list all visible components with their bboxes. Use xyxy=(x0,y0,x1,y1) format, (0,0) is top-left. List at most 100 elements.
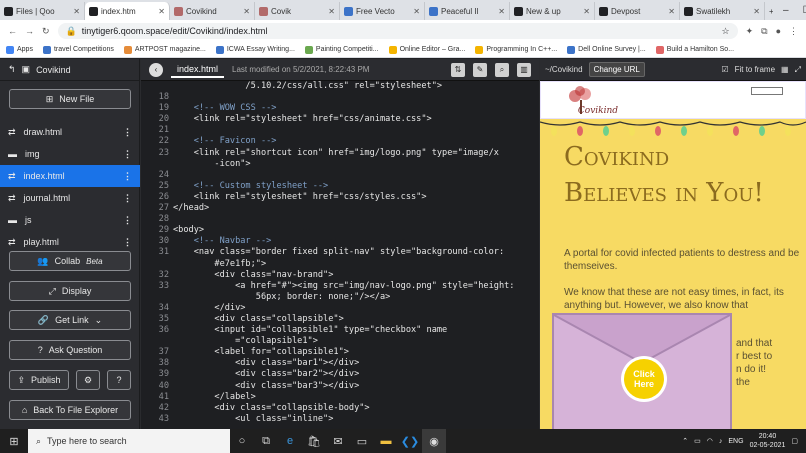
close-tab-icon[interactable]: ✕ xyxy=(73,7,80,16)
url-field[interactable]: 🔒 tinytiger6.qoom.space/edit/Covikind/in… xyxy=(57,23,738,39)
close-tab-icon[interactable]: ✕ xyxy=(158,7,165,16)
sort-icon[interactable]: ⇅ xyxy=(451,62,465,77)
more-options-icon[interactable]: ⋮ xyxy=(123,193,132,204)
browser-tab[interactable]: Files | Qoo ✕ xyxy=(0,2,85,20)
settings-button[interactable]: ⚙ xyxy=(76,370,100,390)
expand-icon: ⤢ xyxy=(48,285,56,296)
collab-button[interactable]: 👥 Collab Beta xyxy=(9,251,131,271)
more-options-icon[interactable]: ⋮ xyxy=(123,215,132,226)
editor-tab[interactable]: index.html xyxy=(171,62,225,78)
edge-icon[interactable]: e xyxy=(278,429,302,453)
maximize-icon[interactable]: ☐ xyxy=(803,5,806,16)
click-here-button[interactable]: Click Here xyxy=(624,359,664,399)
help-button[interactable]: ? xyxy=(107,370,131,390)
bookmark-item[interactable]: travel Competitions xyxy=(42,45,114,54)
fullscreen-icon[interactable]: ⤢ xyxy=(795,65,801,75)
taskbar-search[interactable]: ⌕ Type here to search xyxy=(28,429,230,453)
browser-tab[interactable]: Peaceful Il ✕ xyxy=(425,2,510,20)
close-tab-icon[interactable]: ✕ xyxy=(413,7,420,16)
more-options-icon[interactable]: ⋮ xyxy=(123,171,132,182)
file-list-item[interactable]: ⇄ draw.html ⋮ xyxy=(0,121,140,143)
new-file-button[interactable]: ⊞ New File xyxy=(9,89,131,109)
minimize-icon[interactable]: – xyxy=(783,5,789,16)
file-list-item[interactable]: ▬ js ⋮ xyxy=(0,209,140,231)
close-tab-icon[interactable]: ✕ xyxy=(328,7,335,16)
close-tab-icon[interactable]: ✕ xyxy=(668,7,675,16)
split-icon[interactable]: ▥ xyxy=(517,62,531,77)
code-area[interactable]: /5.10.2/css/all.css" rel="stylesheet"> 18… xyxy=(141,81,539,429)
publish-button[interactable]: ⇪ Publish xyxy=(9,370,69,390)
file-list-item[interactable]: ⇄ play.html ⋮ xyxy=(0,231,140,253)
close-tab-icon[interactable]: ✕ xyxy=(243,7,250,16)
cortana-icon[interactable]: ○ xyxy=(230,429,254,453)
light-bulb xyxy=(629,126,635,136)
bookmark-item[interactable]: Build a Hamilton So... xyxy=(655,45,734,54)
file-list-item[interactable]: ⇄ index.html ⋮ xyxy=(0,165,140,187)
bookmark-item[interactable]: Dell Online Survey |... xyxy=(567,45,646,54)
more-options-icon[interactable]: ⋮ xyxy=(123,149,132,160)
terminal-icon[interactable]: ▭ xyxy=(350,429,374,453)
change-url-button[interactable]: Change URL xyxy=(588,62,645,77)
back-icon[interactable]: ← xyxy=(8,26,17,36)
bookmark-item[interactable]: Apps xyxy=(6,45,33,54)
collapse-sidebar-icon[interactable]: ‹ xyxy=(149,62,163,77)
browser-tab[interactable]: index.htm ✕ xyxy=(85,2,170,20)
vscode-icon[interactable]: ❮❯ xyxy=(398,429,422,453)
clock[interactable]: 20:40 02-05-2021 xyxy=(750,432,786,450)
reload-icon[interactable]: ↻ xyxy=(42,26,50,37)
browser-tab[interactable]: Devpost ✕ xyxy=(595,2,680,20)
puzzle-icon[interactable]: ⧉ xyxy=(761,26,767,37)
browser-tab[interactable]: Free Vecto ✕ xyxy=(340,2,425,20)
code-text: <div class="nav-brand"> xyxy=(173,269,334,280)
menu-icon[interactable]: ⋮ xyxy=(789,26,798,37)
close-tab-icon[interactable]: ✕ xyxy=(753,7,760,16)
browser-tab[interactable]: Covikind ✕ xyxy=(170,2,255,20)
ask-question-button[interactable]: ? Ask Question xyxy=(9,340,131,360)
bookmark-item[interactable]: ARTPOST magazine... xyxy=(123,45,206,54)
qr-icon[interactable]: ▦ xyxy=(781,65,789,74)
file-list-item[interactable]: ▬ img ⋮ xyxy=(0,143,140,165)
bookmark-item[interactable]: Painting Competiti... xyxy=(304,45,379,54)
project-header: ↰ ▣ Covikind xyxy=(0,59,139,81)
store-icon[interactable]: 🛍 xyxy=(302,429,326,453)
display-button[interactable]: ⤢ Display xyxy=(9,281,131,301)
language-indicator[interactable]: ENG xyxy=(728,438,743,445)
windows-start-icon[interactable]: ⊞ xyxy=(2,429,26,453)
browser-tab[interactable]: Covik ✕ xyxy=(255,2,340,20)
bookmark-item[interactable]: Programming In C++... xyxy=(475,45,557,54)
chevron-up-icon[interactable]: ⌃ xyxy=(682,437,688,445)
star-icon[interactable]: ☆ xyxy=(722,26,730,37)
bookmark-item[interactable]: Online Editor – Gra... xyxy=(388,45,465,54)
file-list-item[interactable]: ⇄ journal.html ⋮ xyxy=(0,187,140,209)
chrome-icon[interactable]: ◉ xyxy=(422,429,446,453)
get-link-button[interactable]: 🔗 Get Link ⌄ xyxy=(9,310,131,330)
close-tab-icon[interactable]: ✕ xyxy=(583,7,590,16)
battery-icon[interactable]: ▭ xyxy=(694,437,701,445)
browser-tab[interactable]: Swatilekh ✕ xyxy=(680,2,765,20)
more-options-icon[interactable]: ⋮ xyxy=(123,127,132,138)
fit-to-frame-checkbox[interactable]: ☑ xyxy=(721,65,728,74)
more-options-icon[interactable]: ⋮ xyxy=(123,237,132,248)
new-tab-button[interactable]: + xyxy=(765,2,773,20)
profile-icon[interactable]: ● xyxy=(776,26,781,36)
browser-tab[interactable]: New & up ✕ xyxy=(510,2,595,20)
up-arrow-icon[interactable]: ↰ xyxy=(8,64,16,75)
plus-icon: ⊞ xyxy=(45,93,54,104)
notification-icon[interactable]: ▢ xyxy=(791,437,798,445)
hero-heading-line-1: Covikind xyxy=(564,142,670,172)
format-icon[interactable]: ✎ xyxy=(473,62,487,77)
nav-search-box[interactable] xyxy=(751,87,783,95)
search-icon[interactable]: ⌕ xyxy=(495,62,509,77)
bookmark-item[interactable]: ICWA Essay Writing... xyxy=(215,45,295,54)
covikind-logo[interactable]: Covikind xyxy=(559,86,618,116)
back-to-explorer-button[interactable]: ⌂ Back To File Explorer xyxy=(9,400,131,420)
line-number: 39 xyxy=(158,369,169,380)
extensions-icon[interactable]: ✦ xyxy=(746,26,754,37)
wifi-icon[interactable]: ◠ xyxy=(707,437,713,445)
forward-icon[interactable]: → xyxy=(25,26,34,36)
mail-icon[interactable]: ✉ xyxy=(326,429,350,453)
volume-icon[interactable]: ♪ xyxy=(719,438,723,445)
task-view-icon[interactable]: ⧉ xyxy=(254,429,278,453)
close-tab-icon[interactable]: ✕ xyxy=(498,7,505,16)
file-explorer-icon[interactable]: ▬ xyxy=(374,429,398,453)
